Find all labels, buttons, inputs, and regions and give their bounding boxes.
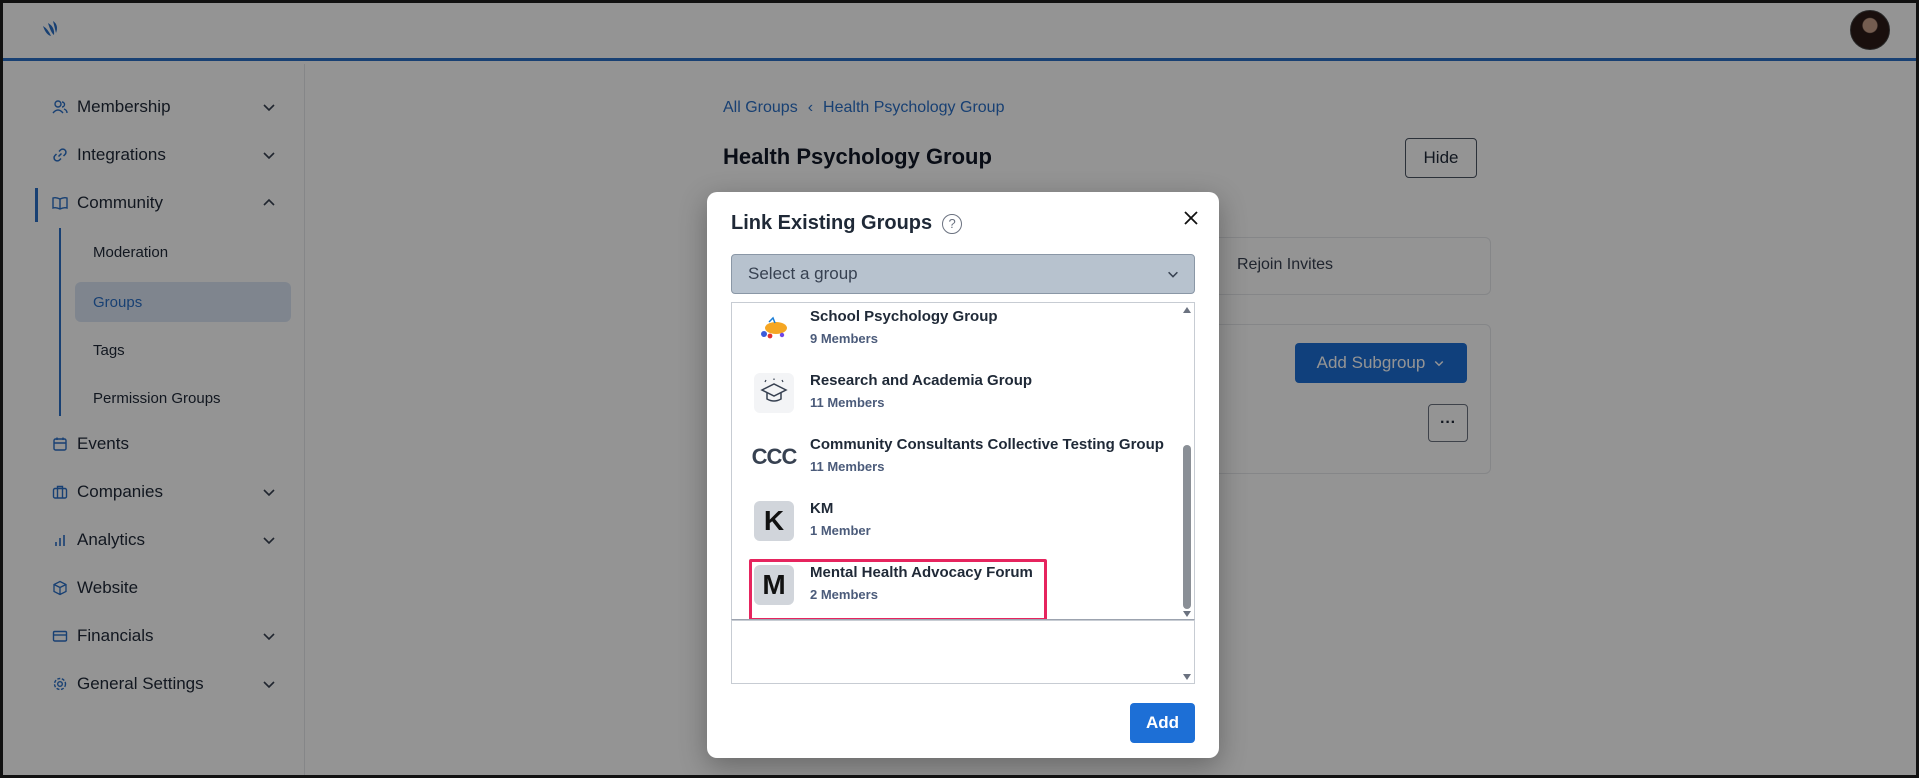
group-select-placeholder: Select a group	[748, 264, 858, 283]
letter-avatar-icon: K	[754, 501, 794, 541]
group-option-research-academia[interactable]: Research and Academia Group 11 Members	[754, 365, 1164, 421]
group-option-school-psychology[interactable]: School Psychology Group 9 Members	[754, 303, 1164, 357]
scroll-up-icon[interactable]	[1183, 307, 1191, 313]
add-button[interactable]: Add	[1130, 703, 1195, 743]
group-member-count: 1 Member	[810, 523, 871, 538]
scrollbar-thumb[interactable]	[1183, 445, 1191, 609]
group-select[interactable]: Select a group	[731, 254, 1195, 294]
link-groups-modal: Link Existing Groups ? Select a group Sc…	[707, 192, 1219, 758]
close-icon	[1184, 211, 1198, 225]
ccc-logo-icon: CCC	[751, 437, 798, 477]
app-frame: Membership Integrations Community Modera…	[0, 0, 1919, 778]
group-name: Research and Academia Group	[810, 372, 1033, 389]
group-option-km[interactable]: K KM 1 Member	[754, 493, 1164, 549]
scroll-down-icon[interactable]	[1183, 674, 1191, 680]
modal-title-text: Link Existing Groups	[731, 212, 933, 234]
letter-avatar-text: K	[763, 505, 785, 536]
group-option-community-consultants[interactable]: CCC Community Consultants Collective Tes…	[751, 429, 1164, 485]
school-logo-icon	[754, 309, 794, 349]
group-member-count: 11 Members	[810, 395, 885, 410]
ccc-logo-text: CCC	[751, 444, 798, 469]
list-scrollbar[interactable]	[1180, 303, 1194, 619]
help-icon[interactable]: ?	[942, 213, 963, 234]
modal-title: Link Existing Groups ?	[731, 212, 963, 235]
group-name: Community Consultants Collective Testing…	[810, 436, 1164, 453]
selected-groups-box[interactable]	[731, 620, 1195, 684]
group-options-list[interactable]: School Psychology Group 9 Members Resear…	[731, 302, 1195, 620]
close-button[interactable]	[1177, 204, 1205, 232]
group-member-count: 11 Members	[810, 459, 885, 474]
scroll-down-icon[interactable]	[1183, 611, 1191, 617]
group-member-count: 9 Members	[810, 331, 878, 346]
chevron-down-icon	[1168, 271, 1178, 278]
selection-highlight	[749, 559, 1047, 619]
group-name: School Psychology Group	[810, 308, 998, 325]
group-name: KM	[810, 500, 834, 517]
graduation-cap-icon	[754, 373, 794, 413]
